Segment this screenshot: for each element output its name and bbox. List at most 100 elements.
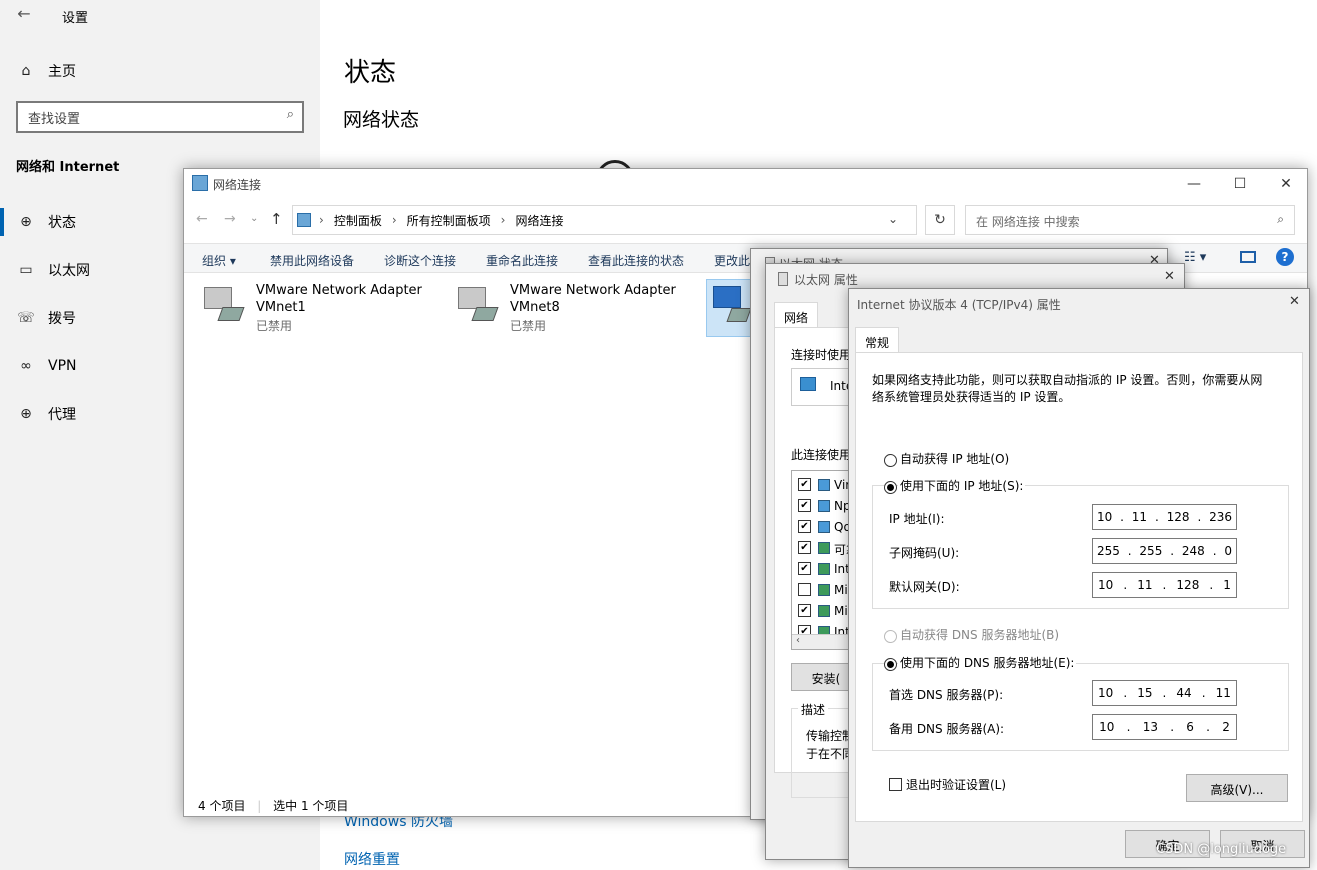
nav-label: 代理 (48, 407, 76, 423)
chevron-down-icon[interactable]: ⌄ (888, 212, 898, 226)
description-line: 传输控制 (806, 729, 855, 743)
nav-label: VPN (48, 358, 77, 374)
nav-item-ethernet[interactable]: ▭ 以太网 (16, 256, 90, 284)
dialup-icon: ☏ (17, 310, 35, 326)
maximize-button[interactable]: ☐ (1217, 169, 1263, 199)
breadcrumb-item[interactable]: 所有控制面板项 (407, 212, 491, 229)
item-checkbox[interactable]: ✔ (798, 541, 811, 554)
up-arrow-icon[interactable]: ↑ (270, 210, 283, 228)
settings-title: 设置 (62, 11, 89, 26)
component-icon (818, 584, 830, 596)
nav-item-status[interactable]: ⊕ 状态 (16, 208, 76, 236)
subnet-mask-label: 子网掩码(U): (889, 546, 960, 560)
page-title: 状态 (344, 58, 397, 88)
adapter-status: 已禁用 (510, 319, 547, 333)
octet: 13 (1142, 720, 1158, 734)
settings-search-input[interactable]: 查找设置 ⌕ (16, 101, 304, 133)
breadcrumb-item[interactable]: 控制面板 (334, 212, 382, 229)
subnet-mask-input[interactable]: 255. 255. 248. 0 (1092, 538, 1237, 564)
ip-address-input[interactable]: 10. 11. 128. 236 (1092, 504, 1237, 530)
breadcrumb-item[interactable]: 网络连接 (515, 212, 563, 229)
preview-pane-icon[interactable] (1240, 251, 1256, 263)
ethernet-icon (778, 272, 788, 286)
refresh-button[interactable]: ↻ (925, 205, 955, 235)
ipv4-properties-dialog: Internet 协议版本 4 (TCP/IPv4) 属性 ✕ 常规 如果网络支… (848, 288, 1310, 868)
manual-dns-radio[interactable] (884, 658, 897, 671)
nav-item-dialup[interactable]: ☏ 拨号 (16, 304, 76, 332)
control-panel-icon (297, 213, 311, 227)
description-title: 描述 (798, 701, 829, 718)
search-placeholder: 查找设置 (28, 112, 81, 127)
globe-icon: ⊕ (20, 406, 32, 422)
status-bar: 4 个项目 | 选中 1 个项目 (198, 799, 349, 813)
item-checkbox[interactable] (798, 583, 811, 596)
search-placeholder: 在 网络连接 中搜索 (976, 215, 1080, 229)
nav-item-vpn[interactable]: ∞ VPN (16, 352, 77, 380)
view-status-button[interactable]: 查看此连接的状态 (588, 252, 684, 269)
nav-label: 拨号 (48, 311, 76, 327)
nav-item-proxy[interactable]: ⊕ 代理 (16, 400, 76, 428)
adapter-item-selected[interactable] (706, 279, 752, 337)
octet: 11 (1215, 686, 1231, 700)
advanced-button[interactable]: 高级(V)... (1186, 774, 1288, 802)
adapter-item[interactable]: VMware Network Adapter VMnet8 已禁用 (438, 281, 678, 341)
close-icon[interactable]: ✕ (1289, 294, 1300, 309)
item-checkbox[interactable]: ✔ (798, 604, 811, 617)
octet: 0 (1224, 544, 1233, 558)
auto-dns-radio[interactable] (884, 630, 897, 643)
diagnose-button[interactable]: 诊断这个连接 (384, 252, 456, 269)
forward-arrow-icon[interactable]: → (224, 211, 236, 227)
back-arrow-icon[interactable]: ← (12, 4, 36, 28)
alternate-dns-input[interactable]: 10. 13. 6. 2 (1092, 714, 1237, 740)
tab-general[interactable]: 常规 (855, 327, 900, 353)
auto-ip-label[interactable]: 自动获得 IP 地址(O) (900, 450, 1009, 467)
chevron-right-icon: › (319, 213, 324, 227)
item-checkbox[interactable]: ✔ (798, 520, 811, 533)
preferred-dns-label: 首选 DNS 服务器(P): (889, 688, 1004, 702)
gateway-input[interactable]: 10. 11. 128. 1 (1092, 572, 1237, 598)
manual-dns-label[interactable]: 使用下面的 DNS 服务器地址(E): (898, 654, 1077, 671)
nav-home[interactable]: ⌂ 主页 (16, 57, 76, 85)
back-arrow-icon[interactable]: ← (196, 211, 208, 227)
change-settings-button[interactable]: 更改此 (714, 252, 750, 269)
octet: 6 (1186, 720, 1194, 734)
intro-text: 如果网络支持此功能，则可以获取自动指派的 IP 设置。否则，你需要从网 (872, 373, 1263, 387)
selected-count: 选中 1 个项目 (273, 799, 349, 813)
auto-dns-label[interactable]: 自动获得 DNS 服务器地址(B) (900, 626, 1059, 643)
network-adapter-icon (454, 285, 499, 325)
octet: 10 (1098, 686, 1114, 700)
view-options-icon[interactable]: ☷ ▾ (1184, 250, 1206, 265)
octet: 11 (1137, 578, 1153, 592)
validate-label[interactable]: 退出时验证设置(L) (906, 776, 1006, 793)
address-bar[interactable]: › 控制面板 › 所有控制面板项 › 网络连接 ⌄ (292, 205, 917, 235)
rename-button[interactable]: 重命名此连接 (486, 252, 558, 269)
general-tab-panel: 如果网络支持此功能，则可以获取自动指派的 IP 设置。否则，你需要从网 络系统管… (855, 352, 1303, 822)
manual-ip-radio[interactable] (884, 481, 897, 494)
close-button[interactable]: ✕ (1263, 169, 1309, 199)
explorer-search-input[interactable]: 在 网络连接 中搜索 ⌕ (965, 205, 1295, 235)
disable-device-button[interactable]: 禁用此网络设备 (270, 252, 354, 269)
close-icon[interactable]: ✕ (1164, 269, 1175, 284)
validate-checkbox[interactable] (889, 778, 902, 791)
auto-ip-radio[interactable] (884, 454, 897, 467)
network-reset-link[interactable]: 网络重置 (344, 849, 400, 869)
organize-menu[interactable]: 组织 ▾ (202, 252, 236, 269)
preferred-dns-input[interactable]: 10. 15. 44. 11 (1092, 680, 1237, 706)
manual-ip-label[interactable]: 使用下面的 IP 地址(S): (898, 477, 1026, 494)
octet: 2 (1222, 720, 1230, 734)
component-icon (818, 500, 830, 512)
minimize-button[interactable]: — (1171, 169, 1217, 199)
recent-dropdown-icon[interactable]: ⌄ (250, 213, 258, 224)
help-icon[interactable]: ? (1276, 248, 1294, 266)
octet: 11 (1131, 510, 1148, 524)
network-adapter-icon (713, 286, 741, 308)
octet: 10 (1096, 510, 1113, 524)
tab-network[interactable]: 网络 (774, 302, 819, 328)
description-line: 于在不同 (806, 747, 855, 761)
item-checkbox[interactable]: ✔ (798, 478, 811, 491)
search-icon: ⌕ (1277, 212, 1284, 226)
window-title: 网络连接 (213, 178, 262, 192)
adapter-item[interactable]: VMware Network Adapter VMnet1 已禁用 (184, 281, 424, 341)
item-checkbox[interactable]: ✔ (798, 499, 811, 512)
item-checkbox[interactable]: ✔ (798, 562, 811, 575)
